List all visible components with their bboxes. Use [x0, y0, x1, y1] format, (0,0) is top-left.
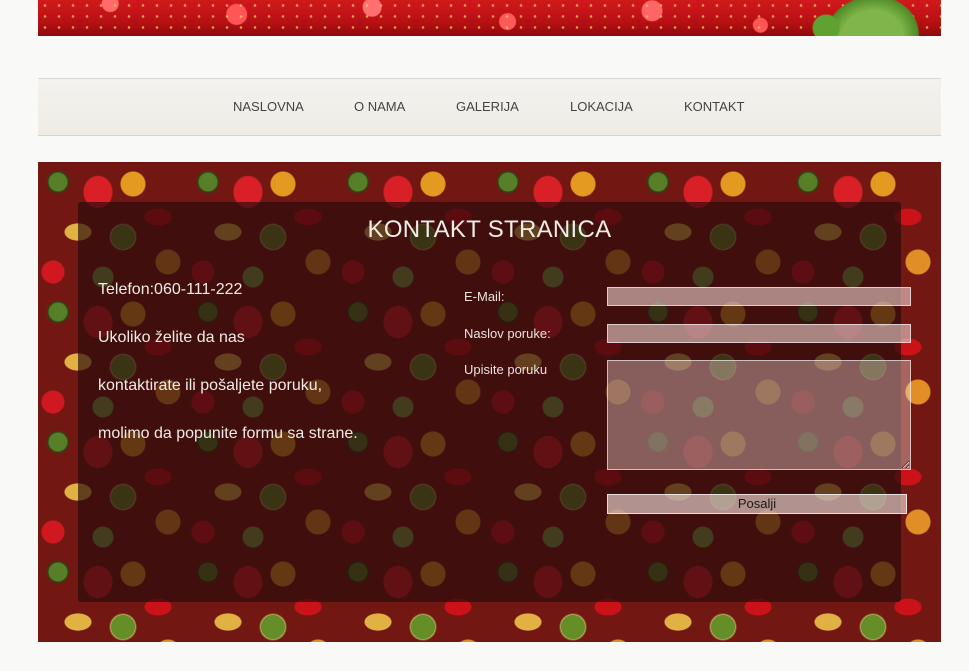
nav-item-galerija[interactable]: GALERIJA [456, 79, 519, 135]
main-navigation: NASLOVNA O NAMA GALERIJA LOKACIJA KONTAK… [38, 78, 941, 136]
message-textarea[interactable] [607, 360, 911, 470]
subject-label: Naslov poruke: [464, 326, 551, 341]
subject-field[interactable] [607, 324, 911, 343]
header-banner [38, 0, 941, 36]
strawberry-leaf-icon [806, 8, 846, 36]
email-label: E-Mail: [464, 289, 505, 304]
page-title: KONTAKT STRANICA [367, 216, 612, 243]
message-label: Upisite poruku [464, 362, 548, 377]
info-text-line-2: kontaktirate ili pošaljete poruku, [98, 377, 323, 394]
phone-text: Telefon:060-111-222 [98, 281, 243, 298]
nav-item-kontakt[interactable]: KONTAKT [684, 79, 744, 135]
info-text-line-1: Ukoliko želite da nas [98, 329, 245, 346]
nav-item-naslovna[interactable]: NASLOVNA [233, 79, 304, 135]
send-button[interactable]: Posalji [607, 494, 907, 514]
info-text-line-3: molimo da popunite formu sa strane. [98, 425, 358, 442]
email-field[interactable] [607, 287, 911, 306]
nav-item-lokacija[interactable]: LOKACIJA [570, 79, 633, 135]
contact-panel: KONTAKT STRANICA Telefon:060-111-222 Uko… [78, 202, 911, 602]
nav-item-o-nama[interactable]: O NAMA [354, 79, 405, 135]
fruit-background: KONTAKT STRANICA Telefon:060-111-222 Uko… [38, 162, 941, 642]
